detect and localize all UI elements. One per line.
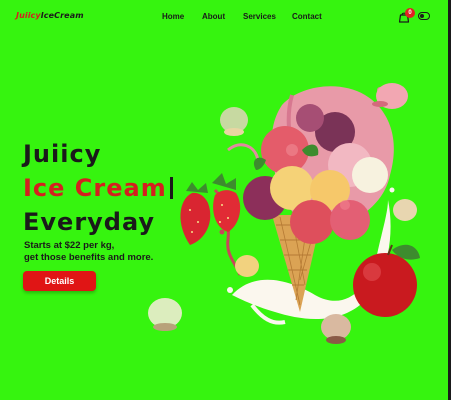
cart-count-badge: 0 (405, 8, 415, 18)
hero-subtitle: Starts at $22 per kg, get those benefits… (24, 240, 153, 264)
nav-menu: Home About Services Contact (0, 12, 448, 22)
hero-line-1: Juiicy (23, 140, 102, 168)
navbar: JuiicyIceCream Home About Services Conta… (0, 0, 448, 32)
hero-subtitle-line-2: get those benefits and more. (24, 252, 154, 263)
theme-toggle-icon[interactable] (418, 12, 430, 20)
hero-heading: Juiicy Ice Cream Everyday (23, 137, 173, 239)
nav-link-contact[interactable]: Contact (292, 12, 322, 21)
nav-link-services[interactable]: Services (243, 12, 276, 21)
hero-subtitle-line-1: Starts at $22 per kg, (24, 240, 115, 251)
hero-line-2: Ice Cream (23, 171, 173, 205)
typing-cursor (169, 177, 173, 199)
details-button[interactable]: Details (23, 271, 96, 291)
nav-link-about[interactable]: About (202, 12, 225, 21)
hero-line-2-text: Ice Cream (23, 174, 167, 202)
hero-line-3: Everyday (23, 208, 156, 236)
nav-link-home[interactable]: Home (162, 12, 184, 21)
page: JuiicyIceCream Home About Services Conta… (0, 0, 448, 400)
